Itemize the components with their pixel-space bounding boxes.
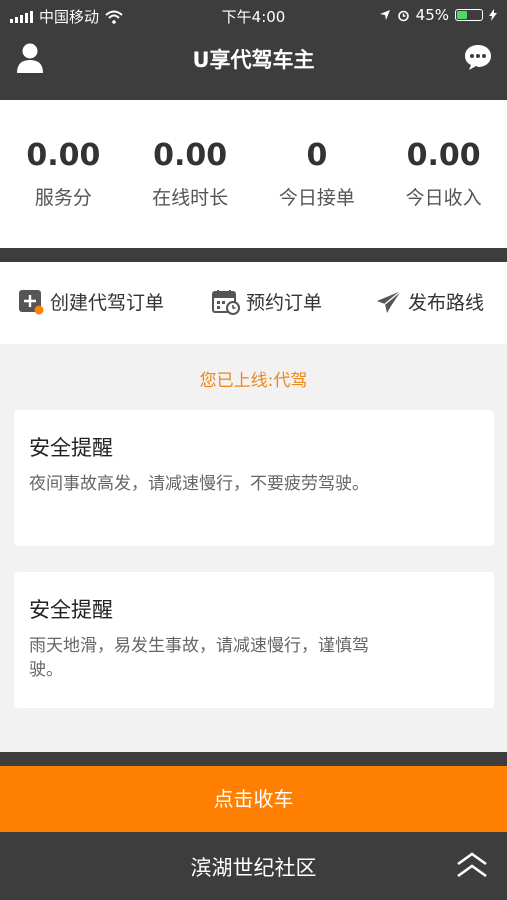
stats-panel: 0.00 服务分 0.00 在线时长 0 今日接单 0.00 今日收入: [0, 100, 507, 248]
double-chevron-up-icon[interactable]: [455, 850, 489, 880]
action-label: 预约订单: [246, 292, 323, 314]
publish-route-button[interactable]: 发布路线: [376, 288, 484, 315]
current-location: 滨湖世纪社区: [190, 856, 317, 880]
stat-value: 0.00: [153, 138, 228, 173]
charging-bolt-icon: [489, 9, 497, 21]
action-label: 发布路线: [408, 292, 485, 314]
stat-online-duration: 0.00 在线时长: [127, 100, 254, 248]
stat-value: 0.00: [406, 138, 481, 173]
status-bar: 中国移动 下午4:00 45%: [0, 0, 507, 30]
battery-icon: [455, 9, 483, 21]
stat-service-score: 0.00 服务分: [0, 100, 127, 248]
stat-today-orders: 0 今日接单: [254, 100, 381, 248]
battery-percent: 45%: [415, 6, 449, 24]
bottom-bar: 滨湖世纪社区: [0, 832, 507, 900]
card-body: 夜间事故高发，请减速慢行，不要疲劳驾驶。: [29, 474, 369, 494]
safety-card: 安全提醒 夜间事故高发，请减速慢行，不要疲劳驾驶。: [14, 410, 494, 546]
paper-plane-icon: [377, 289, 402, 313]
reservation-orders-button[interactable]: 预约订单: [212, 288, 322, 315]
online-status: 您已上线:代驾: [199, 371, 308, 391]
stat-value: 0.00: [26, 138, 101, 173]
nav-bar: U享代驾车主: [0, 32, 507, 88]
stat-value: 0: [306, 138, 328, 173]
action-label: 创建代驾订单: [50, 292, 165, 314]
alarm-icon: [397, 10, 409, 21]
stat-label: 今日收入: [405, 187, 482, 209]
card-title: 安全提醒: [29, 598, 113, 622]
top-bar: 中国移动 下午4:00 45% U享代驾车主: [0, 0, 507, 100]
card-title: 安全提醒: [29, 436, 113, 460]
stat-label: 今日接单: [278, 187, 355, 209]
safety-card: 安全提醒 雨天地滑，易发生事故，请减速慢行，谨慎驾驶。: [14, 572, 494, 708]
card-body: 雨天地滑，易发生事故，请减速慢行，谨慎驾驶。: [29, 636, 369, 680]
main-content: 您已上线:代驾 安全提醒 夜间事故高发，请减速慢行，不要疲劳驾驶。 安全提醒 雨…: [0, 344, 507, 752]
page-title: U享代驾车主: [192, 48, 315, 72]
stat-label: 在线时长: [152, 187, 229, 209]
calendar-clock-icon: [212, 289, 240, 315]
stat-today-income: 0.00 今日收入: [380, 100, 507, 248]
chat-bubble-icon[interactable]: [463, 42, 493, 72]
create-order-button[interactable]: 创建代驾订单: [18, 288, 164, 315]
location-arrow-icon: [379, 10, 390, 20]
collect-car-button[interactable]: 点击收车: [0, 766, 507, 832]
create-order-icon: [19, 289, 44, 314]
stat-label: 服务分: [34, 187, 92, 209]
action-bar: 创建代驾订单 预约订单 发布路线: [0, 262, 507, 344]
